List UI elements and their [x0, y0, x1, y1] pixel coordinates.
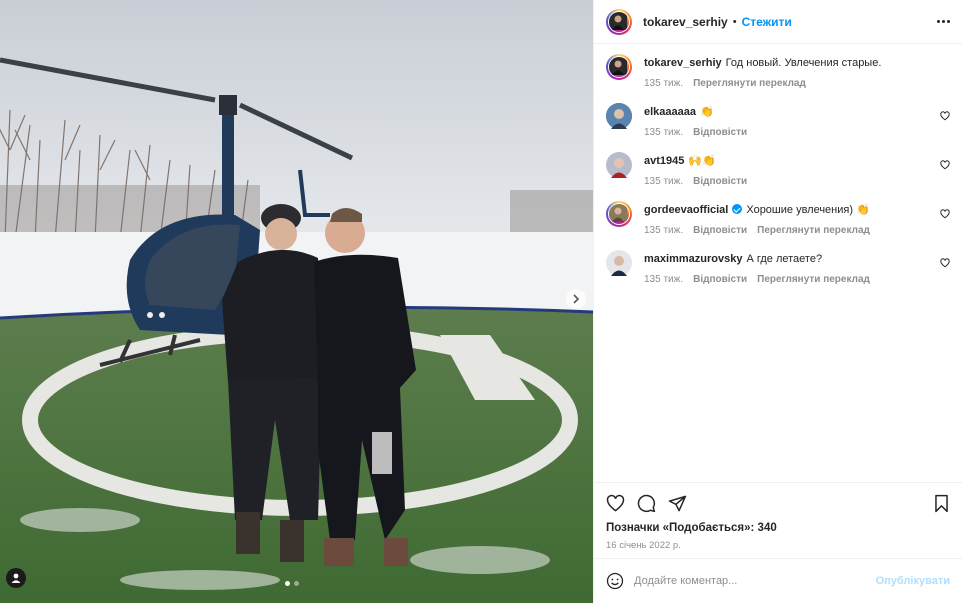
comment-username[interactable]: elkaaaaaa: [644, 106, 696, 118]
commenter-avatar[interactable]: [606, 250, 632, 276]
comment-item: avt1945 🙌👏 135 тиж. Відповісти: [606, 152, 950, 190]
carousel-indicator: [285, 581, 299, 586]
post-image: [0, 0, 593, 603]
comment-username[interactable]: gordeevaofficial: [644, 204, 728, 216]
comment-input[interactable]: [634, 575, 876, 587]
separator-dot: •: [732, 15, 737, 28]
likes-count[interactable]: Позначки «Подобається»: 340: [606, 522, 950, 534]
author-username[interactable]: tokarev_serhiy: [643, 15, 728, 29]
comment-icon[interactable]: [637, 494, 656, 513]
comment-time[interactable]: 135 тиж.: [644, 176, 683, 187]
verified-badge-icon: [732, 204, 743, 214]
comment-text: А где летаете?: [746, 253, 823, 265]
comment-text: Хорошие увлечения) 👏: [746, 204, 870, 216]
post-actions: Позначки «Подобається»: 340 16 січень 20…: [594, 482, 962, 558]
post-header: tokarev_serhiy • Стежити: [594, 0, 962, 44]
share-icon[interactable]: [668, 494, 687, 513]
emoji-icon[interactable]: [606, 572, 624, 590]
caption-time[interactable]: 135 тиж.: [644, 78, 683, 89]
see-translation-button[interactable]: Переглянути переклад: [757, 225, 870, 236]
comment-time[interactable]: 135 тиж.: [644, 274, 683, 285]
caption-text: Год новый. Увлечения старые.: [725, 57, 882, 69]
comment-username[interactable]: avt1945: [644, 155, 684, 167]
reply-button[interactable]: Відповісти: [693, 225, 747, 236]
author-avatar[interactable]: [606, 8, 632, 35]
add-comment-bar: Опублікувати: [594, 558, 962, 603]
commenter-avatar[interactable]: [606, 152, 632, 178]
comment-time[interactable]: 135 тиж.: [644, 225, 683, 236]
like-heart-icon[interactable]: [606, 494, 625, 513]
comment-item: gordeevaofficial Хорошие увлечения) 👏 135…: [606, 201, 950, 239]
tagged-users-button[interactable]: [6, 568, 26, 588]
follow-button[interactable]: Стежити: [742, 15, 792, 29]
more-options-icon[interactable]: [937, 20, 950, 23]
carousel-dot-active: [285, 581, 290, 586]
see-translation-button[interactable]: Переглянути переклад: [757, 274, 870, 285]
comment-text: 🙌👏: [688, 155, 716, 167]
user-tag-icon: [11, 573, 21, 583]
comment-time[interactable]: 135 тиж.: [644, 127, 683, 138]
publish-button[interactable]: Опублікувати: [876, 575, 950, 587]
heart-icon[interactable]: [940, 111, 950, 124]
caption: tokarev_serhiy Год новый. Увлечения стары…: [606, 54, 950, 92]
comment-item: maximmazurovsky А где летаете? 135 тиж. В…: [606, 250, 950, 288]
heart-icon[interactable]: [940, 258, 950, 271]
author-avatar[interactable]: [606, 54, 632, 80]
heart-icon[interactable]: [940, 209, 950, 222]
post-date: 16 січень 2022 р.: [606, 540, 681, 551]
comments-list: tokarev_serhiy Год новый. Увлечения стары…: [594, 44, 962, 482]
reply-button[interactable]: Відповісти: [693, 127, 747, 138]
carousel-dot: [294, 581, 299, 586]
reply-button[interactable]: Відповісти: [693, 176, 747, 187]
bookmark-icon[interactable]: [933, 494, 950, 513]
chevron-right-icon: [573, 294, 580, 304]
comment-item: elkaaaaaa 👏 135 тиж. Відповісти: [606, 103, 950, 141]
comment-text: 👏: [700, 106, 714, 118]
commenter-avatar[interactable]: [606, 201, 632, 227]
heart-icon[interactable]: [940, 160, 950, 173]
comment-username[interactable]: maximmazurovsky: [644, 253, 742, 265]
post-photo[interactable]: [0, 0, 593, 603]
caption-username[interactable]: tokarev_serhiy: [644, 57, 722, 69]
reply-button[interactable]: Відповісти: [693, 274, 747, 285]
carousel-next-button[interactable]: [566, 289, 586, 309]
post-side-panel: tokarev_serhiy • Стежити tokarev_serhiy Г…: [593, 0, 962, 603]
commenter-avatar[interactable]: [606, 103, 632, 129]
see-translation-button[interactable]: Переглянути переклад: [693, 78, 806, 89]
